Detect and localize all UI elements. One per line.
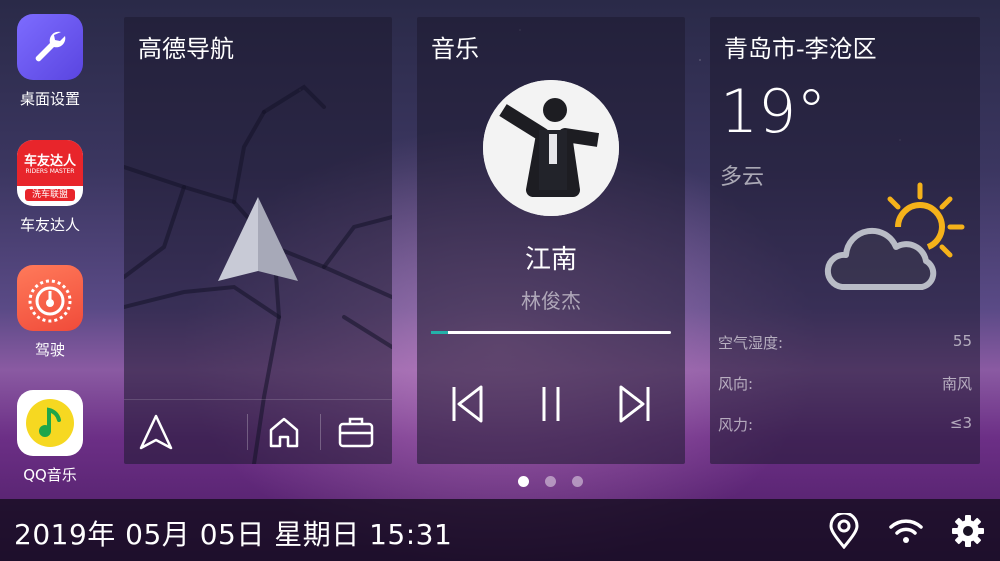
song-title: 江南	[524, 245, 577, 275]
divider	[320, 414, 321, 450]
humidity-label: 空气湿度:	[718, 334, 784, 352]
date-time: 2019年 05月 05日 星期日 15:31	[14, 518, 453, 551]
divider	[247, 414, 248, 450]
logo-text: 车友达人	[23, 154, 76, 169]
wifi-icon	[889, 519, 923, 543]
app-dock: 桌面设置 车友达人 RIDERS MASTER 洗车联盟 车友达人 驾驶 QQ音…	[0, 0, 100, 500]
status-bar: 2019年 05月 05日 星期日 15:31	[0, 499, 1000, 561]
music-note-icon	[17, 390, 83, 456]
wind-direction-row: 风向: 南风	[718, 373, 972, 394]
next-button[interactable]	[610, 379, 660, 429]
app-label: 桌面设置	[19, 90, 80, 108]
navigation-card[interactable]: 高德导航	[124, 17, 392, 464]
home-button[interactable]	[262, 410, 306, 454]
location-pin-icon	[829, 513, 859, 549]
cheyou-logo-icon: 车友达人 RIDERS MASTER 洗车联盟	[17, 140, 83, 206]
app-desktop-settings[interactable]: 桌面设置	[0, 14, 100, 109]
navigation-arrow-icon	[218, 197, 298, 281]
partly-cloudy-icon	[824, 182, 965, 290]
speedometer-icon	[17, 265, 83, 331]
album-cover[interactable]	[483, 80, 619, 216]
navigate-arrow-icon	[139, 414, 173, 450]
next-icon	[619, 385, 650, 423]
artist-name: 林俊杰	[521, 289, 581, 313]
briefcase-icon	[338, 417, 374, 448]
wind-force-value: ≤3	[949, 414, 972, 432]
pause-button[interactable]	[526, 379, 576, 429]
navigate-button[interactable]	[134, 410, 178, 454]
location-button[interactable]	[826, 513, 862, 549]
app-label: 车友达人	[19, 216, 80, 234]
wind-direction-label: 风向:	[718, 375, 754, 393]
logo-subtext: RIDERS MASTER	[25, 168, 75, 175]
weather-condition: 多云	[720, 165, 765, 190]
previous-button[interactable]	[442, 379, 492, 429]
album-art-image	[483, 80, 619, 216]
previous-icon	[452, 385, 483, 423]
home-icon	[269, 417, 299, 448]
page-dot[interactable]	[572, 476, 583, 487]
settings-gear-icon	[952, 515, 984, 547]
navigation-toolbar	[124, 399, 392, 464]
wind-direction-value: 南风	[941, 375, 972, 393]
app-qq-music[interactable]: QQ音乐	[0, 390, 100, 485]
app-driving[interactable]: 驾驶	[0, 265, 100, 360]
wind-force-row: 风力: ≤3	[718, 414, 972, 435]
app-label: QQ音乐	[23, 466, 77, 484]
navigation-title: 高德导航	[138, 35, 234, 63]
progress-bar[interactable]	[431, 331, 671, 334]
progress-fill	[431, 331, 448, 334]
app-label: 驾驶	[34, 341, 65, 359]
humidity-value: 55	[952, 332, 972, 350]
weather-city: 青岛市-李沧区	[724, 35, 877, 63]
wind-force-label: 风力:	[718, 416, 754, 434]
pause-icon	[542, 387, 560, 421]
wifi-button[interactable]	[888, 513, 924, 549]
music-card[interactable]: 音乐 江南 林俊杰	[417, 17, 685, 464]
music-title: 音乐	[431, 35, 479, 63]
app-cheyou-daren[interactable]: 车友达人 RIDERS MASTER 洗车联盟 车友达人	[0, 140, 100, 235]
page-indicator[interactable]	[518, 476, 583, 487]
company-button[interactable]	[334, 410, 378, 454]
logo-banner: 洗车联盟	[25, 189, 75, 201]
wrench-icon	[17, 14, 83, 80]
page-dot[interactable]	[545, 476, 556, 487]
weather-card[interactable]: 青岛市-李沧区 19° 多云 空气湿度: 55 风向: 南风 风力: ≤3	[710, 17, 980, 464]
page-dot[interactable]	[518, 476, 529, 487]
humidity-row: 空气湿度: 55	[718, 332, 972, 353]
weather-temperature: 19°	[720, 77, 827, 147]
settings-button[interactable]	[950, 513, 986, 549]
